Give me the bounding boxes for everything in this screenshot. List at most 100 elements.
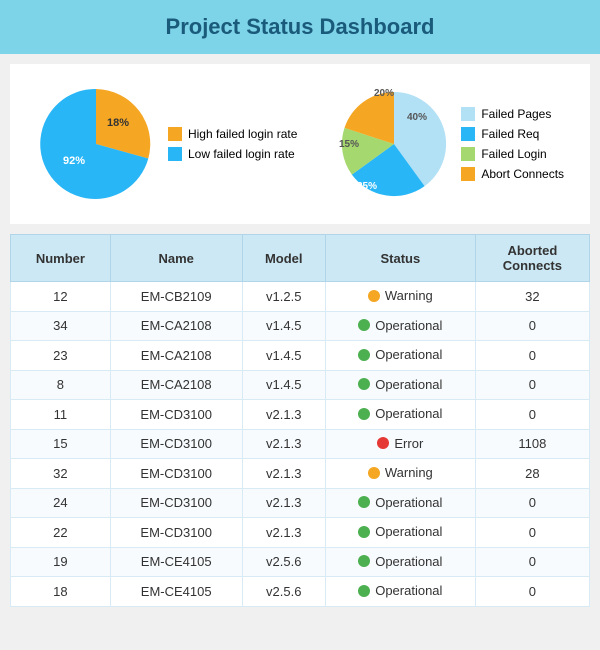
cell-status: Operational (325, 547, 475, 577)
cell-status: Error (325, 429, 475, 459)
cell-number: 15 (11, 429, 111, 459)
table-row: 15 EM-CD3100 v2.1.3 Error 1108 (11, 429, 590, 459)
col-name: Name (110, 235, 242, 282)
cell-number: 19 (11, 547, 111, 577)
status-label: Error (394, 436, 423, 451)
cell-aborted: 28 (475, 459, 589, 489)
legend-color-low-login (168, 147, 182, 161)
cell-model: v2.1.3 (242, 488, 325, 518)
status-badge: Operational (358, 583, 442, 598)
cell-number: 11 (11, 400, 111, 430)
legend-color-abort-connects (461, 167, 475, 181)
status-dot-warning (368, 467, 380, 479)
cell-aborted: 32 (475, 282, 589, 312)
chart2-legend: Failed Pages Failed Req Failed Login Abo… (461, 107, 564, 181)
status-label: Warning (385, 465, 433, 480)
cell-number: 12 (11, 282, 111, 312)
cell-number: 18 (11, 577, 111, 607)
table-row: 32 EM-CD3100 v2.1.3 Warning 28 (11, 459, 590, 489)
status-label: Operational (375, 554, 442, 569)
legend-label-failed-req: Failed Req (481, 127, 539, 141)
cell-number: 32 (11, 459, 111, 489)
cell-model: v2.1.3 (242, 429, 325, 459)
table-row: 11 EM-CD3100 v2.1.3 Operational 0 (11, 400, 590, 430)
cell-number: 24 (11, 488, 111, 518)
chart1-container: 18% 92% High failed login rate Low faile… (36, 84, 297, 204)
cell-name: EM-CD3100 (110, 459, 242, 489)
status-label: Operational (375, 406, 442, 421)
cell-name: EM-CD3100 (110, 429, 242, 459)
legend-label-abort-connects: Abort Connects (481, 167, 564, 181)
cell-aborted: 0 (475, 400, 589, 430)
legend-item-failed-login: Failed Login (461, 147, 564, 161)
status-badge: Operational (358, 347, 442, 362)
status-badge: Operational (358, 318, 442, 333)
table-row: 23 EM-CA2108 v1.4.5 Operational 0 (11, 341, 590, 371)
cell-status: Operational (325, 577, 475, 607)
table-row: 22 EM-CD3100 v2.1.3 Operational 0 (11, 518, 590, 548)
status-badge: Operational (358, 554, 442, 569)
cell-model: v2.1.3 (242, 400, 325, 430)
svg-text:40%: 40% (407, 112, 427, 123)
cell-name: EM-CE4105 (110, 577, 242, 607)
cell-aborted: 1108 (475, 429, 589, 459)
col-status: Status (325, 235, 475, 282)
cell-status: Operational (325, 488, 475, 518)
legend-label-low-login: Low failed login rate (188, 147, 295, 161)
cell-status: Operational (325, 400, 475, 430)
status-table-section: Number Name Model Status AbortedConnects… (10, 234, 590, 607)
cell-number: 22 (11, 518, 111, 548)
legend-item-abort-connects: Abort Connects (461, 167, 564, 181)
legend-item: Low failed login rate (168, 147, 297, 161)
status-dot-operational (358, 526, 370, 538)
svg-text:25%: 25% (357, 181, 377, 192)
status-dot-operational (358, 378, 370, 390)
status-dot-warning (368, 290, 380, 302)
cell-status: Operational (325, 370, 475, 400)
chart2-container: 40% 25% 15% 20% Failed Pages Failed Req … (329, 84, 564, 204)
status-badge: Operational (358, 377, 442, 392)
status-dot-operational (358, 349, 370, 361)
status-label: Operational (375, 347, 442, 362)
chart2-pie: 40% 25% 15% 20% (329, 84, 449, 204)
status-label: Operational (375, 377, 442, 392)
table-row: 8 EM-CA2108 v1.4.5 Operational 0 (11, 370, 590, 400)
cell-name: EM-CB2109 (110, 282, 242, 312)
cell-model: v2.5.6 (242, 547, 325, 577)
cell-name: EM-CD3100 (110, 400, 242, 430)
col-model: Model (242, 235, 325, 282)
cell-status: Warning (325, 282, 475, 312)
legend-item-failed-pages: Failed Pages (461, 107, 564, 121)
status-table: Number Name Model Status AbortedConnects… (10, 234, 590, 607)
status-dot-operational (358, 496, 370, 508)
chart1-pie: 18% 92% (36, 84, 156, 204)
legend-item-failed-req: Failed Req (461, 127, 564, 141)
status-badge: Operational (358, 524, 442, 539)
status-label: Operational (375, 583, 442, 598)
table-row: 24 EM-CD3100 v2.1.3 Operational 0 (11, 488, 590, 518)
cell-model: v2.5.6 (242, 577, 325, 607)
legend-color-failed-pages (461, 107, 475, 121)
cell-model: v1.4.5 (242, 341, 325, 371)
cell-aborted: 0 (475, 518, 589, 548)
cell-number: 8 (11, 370, 111, 400)
cell-status: Operational (325, 311, 475, 341)
cell-status: Warning (325, 459, 475, 489)
col-aborted: AbortedConnects (475, 235, 589, 282)
table-row: 12 EM-CB2109 v1.2.5 Warning 32 (11, 282, 590, 312)
table-row: 19 EM-CE4105 v2.5.6 Operational 0 (11, 547, 590, 577)
col-number: Number (11, 235, 111, 282)
cell-number: 23 (11, 341, 111, 371)
legend-color-failed-login (461, 147, 475, 161)
cell-model: v1.4.5 (242, 370, 325, 400)
status-dot-operational (358, 408, 370, 420)
cell-aborted: 0 (475, 577, 589, 607)
page-title: Project Status Dashboard (166, 14, 435, 39)
table-header-row: Number Name Model Status AbortedConnects (11, 235, 590, 282)
chart1-legend: High failed login rate Low failed login … (168, 127, 297, 161)
cell-status: Operational (325, 341, 475, 371)
status-badge: Operational (358, 495, 442, 510)
status-badge: Warning (368, 465, 433, 480)
table-row: 18 EM-CE4105 v2.5.6 Operational 0 (11, 577, 590, 607)
status-label: Operational (375, 318, 442, 333)
